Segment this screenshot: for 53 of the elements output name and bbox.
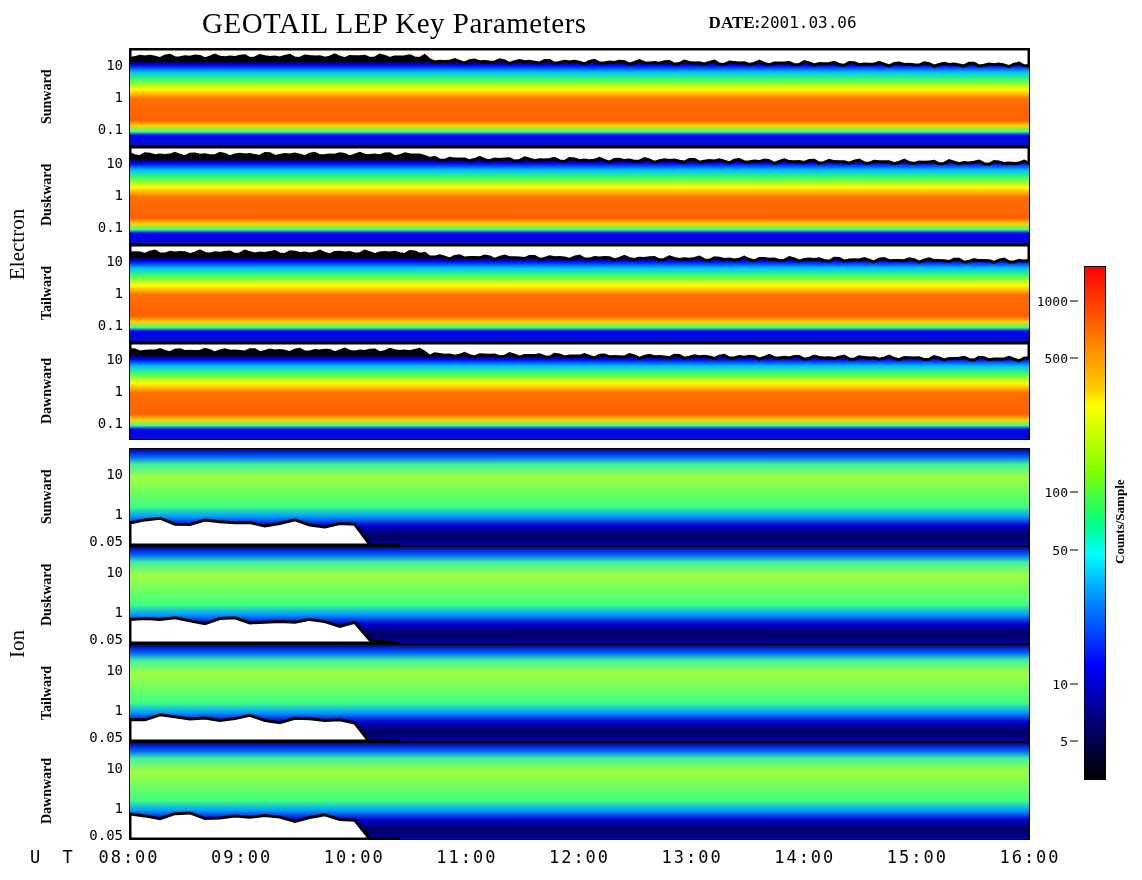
axis-tick-label: 10: [106, 662, 123, 679]
axis-tick-label: 0.05: [89, 729, 123, 746]
axis-tick-label: 10: [106, 56, 123, 73]
axis-tick-label: 10: [106, 154, 123, 171]
group-label: Electron: [3, 207, 30, 282]
axis-tick-label: 1: [114, 505, 123, 522]
panel-label: Tailward: [38, 665, 55, 722]
axis-tick-label: 10: [106, 350, 123, 367]
colorbar-label: Counts/Sample: [1112, 478, 1128, 567]
time-tick-label: 16:00: [998, 847, 1062, 867]
panel-label: Duskward: [38, 162, 55, 229]
axis-tick-label: 10: [106, 466, 123, 483]
panel-label: Sunward: [38, 68, 55, 127]
panel-label: Tailward: [38, 265, 55, 322]
axis-tick-label: 0.1: [97, 317, 123, 334]
time-tick-label: 15:00: [885, 847, 949, 867]
time-tick-label: 13:00: [660, 847, 724, 867]
time-tick-label: 11:00: [435, 847, 499, 867]
axis-tick-label: 1: [114, 187, 123, 203]
colorbar-tick-label: 1000: [1036, 293, 1078, 309]
axis-tick-label: 1: [114, 603, 123, 620]
colorbar-tick-label: 50: [1052, 542, 1078, 558]
axis-tick-label: 10: [106, 760, 123, 777]
date-text: DATE:2001.03.06: [708, 13, 857, 33]
colorbar-tick-label: 5: [1060, 733, 1078, 749]
axis-tick-label: 1: [114, 285, 123, 301]
axis-tick-label: 0.05: [89, 631, 123, 648]
axis-tick-label: 1: [114, 383, 123, 399]
time-tick-label: 10:00: [322, 847, 386, 867]
chart-title: GEOTAIL LEP Key Parameters: [202, 6, 587, 40]
colorbar-tick-label: 100: [1044, 484, 1078, 500]
axis-tick-label: 0.1: [97, 415, 123, 432]
panel-label: Dawnward: [38, 756, 55, 827]
panel-label: Sunward: [38, 468, 55, 527]
axis-tick-label: 1: [114, 701, 123, 718]
group-label: Ion: [3, 629, 30, 660]
colorbar-tick-label: 10: [1052, 676, 1078, 692]
panel-label: Dawnward: [38, 356, 55, 427]
axis-tick-label: 0.1: [97, 121, 123, 138]
time-tick-label: 08:00: [97, 847, 161, 867]
time-tick-label: 14:00: [773, 847, 837, 867]
colorbar-tick-label: 500: [1044, 351, 1078, 366]
time-tick-label: 09:00: [210, 847, 274, 867]
axis-tick-label: 1: [114, 89, 123, 105]
axis-tick-label: 0.05: [89, 827, 123, 844]
axis-tick-label: 0.05: [89, 533, 123, 550]
axis-label: U T: [29, 847, 74, 867]
panel-label: Duskward: [38, 562, 55, 629]
time-tick-label: 12:00: [547, 847, 612, 867]
axis-tick-label: 1: [114, 799, 123, 816]
axis-tick-label: 10: [106, 252, 123, 269]
axis-tick-label: 10: [106, 564, 123, 581]
axis-tick-label: 0.1: [97, 219, 123, 236]
